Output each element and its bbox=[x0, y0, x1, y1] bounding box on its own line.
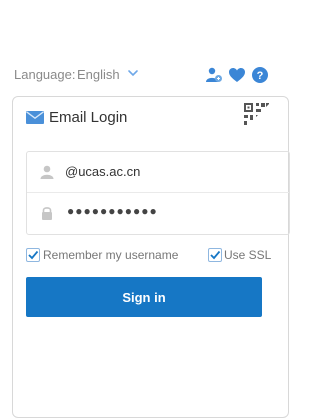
username-field[interactable]: @ucas.ac.cn bbox=[27, 152, 289, 193]
remember-checkbox[interactable] bbox=[26, 248, 40, 262]
user-icon bbox=[40, 165, 54, 179]
password-input[interactable]: ●●●●●●●●●●● bbox=[67, 204, 158, 218]
user-switch-icon[interactable] bbox=[205, 66, 223, 84]
mail-icon bbox=[26, 111, 44, 124]
sign-in-button[interactable]: Sign in bbox=[26, 277, 262, 317]
svg-text:?: ? bbox=[257, 70, 264, 82]
chevron-down-icon[interactable] bbox=[127, 66, 139, 80]
lock-icon bbox=[42, 207, 52, 220]
check-icon bbox=[28, 250, 39, 260]
remember-label[interactable]: Remember my username bbox=[43, 248, 178, 262]
use-ssl-checkbox[interactable] bbox=[208, 248, 222, 262]
help-icon[interactable]: ? bbox=[251, 66, 269, 84]
qr-code-icon[interactable] bbox=[242, 101, 272, 131]
check-icon bbox=[210, 250, 221, 260]
sign-in-label: Sign in bbox=[122, 289, 166, 305]
use-ssl-label[interactable]: Use SSL bbox=[224, 248, 271, 262]
top-bar: Language: English ? bbox=[14, 66, 269, 86]
heart-icon[interactable] bbox=[228, 66, 246, 84]
language-selector[interactable]: English bbox=[77, 67, 120, 82]
password-field[interactable]: ●●●●●●●●●●● bbox=[27, 193, 289, 233]
login-card: Email Login @ucas.ac.cn ●●●●●●●●●●● Reme… bbox=[12, 96, 290, 418]
username-input[interactable]: @ucas.ac.cn bbox=[65, 164, 140, 179]
login-options: Remember my username Use SSL bbox=[26, 247, 276, 267]
language-label: Language: bbox=[14, 67, 76, 82]
card-title: Email Login bbox=[49, 109, 128, 126]
credentials-box: @ucas.ac.cn ●●●●●●●●●●● bbox=[26, 151, 290, 235]
